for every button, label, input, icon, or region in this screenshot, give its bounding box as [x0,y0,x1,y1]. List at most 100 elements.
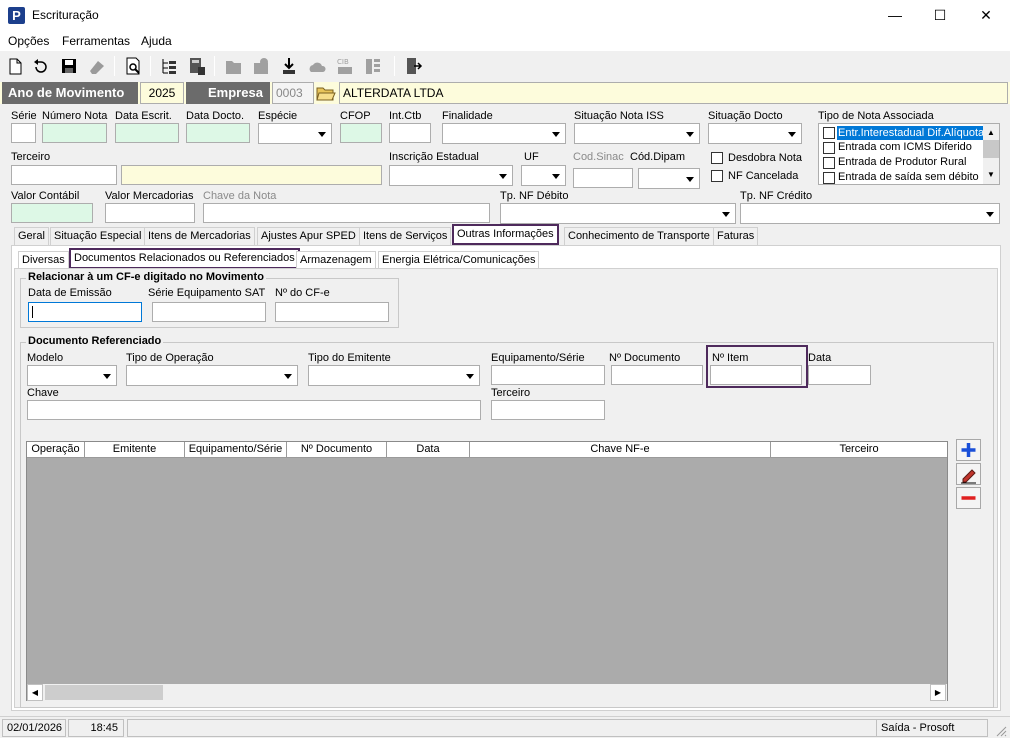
cod-dipam-select[interactable] [638,168,700,189]
tipo-nota-option[interactable]: Entrada com ICMS Diferido [838,141,972,153]
tipo-nota-checkbox[interactable] [823,157,835,169]
valor-mercadorias-field[interactable] [105,203,195,223]
tipo-nota-checkbox[interactable] [823,172,835,184]
chave-nota-field[interactable] [203,203,490,223]
tab-ajustes-apur-sped[interactable]: Ajustes Apur SPED [257,227,360,246]
tab-situacao-especial[interactable]: Situação Especial [50,227,146,246]
col-terceiro[interactable]: Terceiro [771,442,947,458]
col-equip-serie[interactable]: Equipamento/Série [185,442,287,458]
uf-select[interactable] [521,165,566,186]
nf-cancelada-checkbox[interactable] [711,170,723,182]
tipo-nota-option[interactable]: Entrada de Produtor Rural [838,156,966,168]
documents-grid[interactable]: Operação Emitente Equipamento/Série Nº D… [26,441,948,701]
int-ctb-field[interactable] [389,123,431,143]
chevron-down-icon[interactable] [314,125,330,142]
col-n-documento[interactable]: Nº Documento [287,442,387,458]
tipo-emitente-select[interactable] [308,365,480,386]
remove-button[interactable] [956,487,981,509]
n-cfe-field[interactable] [275,302,389,322]
subtab-documentos-relacionados[interactable]: Documentos Relacionados ou Referenciados [69,248,300,269]
chevron-down-icon[interactable]: ▼ [987,170,995,179]
tipo-nota-checkbox[interactable] [823,127,835,139]
preview-icon[interactable] [122,55,144,77]
chevron-down-icon[interactable] [280,367,296,384]
close-button[interactable]: ✕ [963,0,1009,31]
tipo-nota-checkbox[interactable] [823,142,835,154]
inscricao-estadual-select[interactable] [389,165,513,186]
grid-hscrollbar[interactable]: ◀ ▶ [27,684,947,701]
data-emissao-field[interactable] [28,302,142,322]
minimize-button[interactable]: — [872,0,918,31]
serie-field[interactable] [11,123,36,143]
terceiro-name-field[interactable] [121,165,382,185]
cfop-field[interactable] [340,123,382,143]
chevron-down-icon[interactable] [784,125,800,142]
download-icon[interactable] [278,55,300,77]
tab-itens-servicos[interactable]: Itens de Serviços [359,227,452,246]
especie-select[interactable] [258,123,332,144]
exit-icon[interactable] [402,55,424,77]
resize-grip-icon[interactable] [993,723,1007,737]
new-icon[interactable] [4,55,26,77]
chevron-up-icon[interactable]: ▲ [987,128,995,137]
terceiro-ref-field[interactable] [491,400,605,420]
calculator-icon[interactable] [186,55,208,77]
empresa-code-field[interactable]: 0003 [272,82,314,104]
scroll-left-icon[interactable]: ◀ [27,684,43,701]
terceiro-code-field[interactable] [11,165,117,185]
tab-conhecimento-transporte[interactable]: Conhecimento de Transporte [564,227,714,246]
menu-ajuda[interactable]: Ajuda [141,34,172,48]
tipo-nota-listbox[interactable]: Entr.Interestadual Dif.Alíquota Entrada … [818,123,1000,185]
tipo-nota-option[interactable]: Entr.Interestadual Dif.Alíquota [837,126,985,140]
listbox-scrollbar[interactable]: ▲ ▼ [983,124,999,184]
chave-field[interactable] [27,400,481,420]
scroll-right-icon[interactable]: ▶ [930,684,946,701]
equip-serie-field[interactable] [491,365,605,385]
undo-icon[interactable] [30,55,52,77]
chevron-down-icon[interactable] [982,205,998,222]
maximize-button[interactable]: ☐ [917,0,963,31]
data-docto-field[interactable] [186,123,250,143]
edit-button[interactable] [956,463,981,485]
scroll-thumb[interactable] [45,685,163,700]
menu-ferramentas[interactable]: Ferramentas [62,34,130,48]
tipo-nota-option[interactable]: Entrada de saída sem débito [838,171,979,183]
chevron-down-icon[interactable] [548,125,564,142]
chevron-down-icon[interactable] [682,170,698,187]
data-escrit-field[interactable] [115,123,179,143]
chevron-down-icon[interactable] [718,205,734,222]
n-item-field[interactable] [710,365,802,385]
col-operacao[interactable]: Operação [27,442,85,458]
tab-outras-informacoes[interactable]: Outras Informações [452,224,559,245]
tab-faturas[interactable]: Faturas [713,227,759,246]
tree-list-icon[interactable] [158,55,180,77]
desdobra-nota-checkbox[interactable] [711,152,723,164]
situacao-iss-select[interactable] [574,123,700,144]
tipo-operacao-select[interactable] [126,365,298,386]
chevron-down-icon[interactable] [462,367,478,384]
tp-nf-credito-select[interactable] [740,203,1000,224]
numero-nota-field[interactable] [42,123,107,143]
save-icon[interactable] [58,55,80,77]
chevron-down-icon[interactable] [99,367,115,384]
col-data[interactable]: Data [387,442,470,458]
add-button[interactable] [956,439,981,461]
cod-sinac-field[interactable] [573,168,633,188]
col-chave-nfe[interactable]: Chave NF-e [470,442,771,458]
n-documento-field[interactable] [611,365,703,385]
tab-geral[interactable]: Geral [14,227,49,246]
finalidade-select[interactable] [442,123,566,144]
tp-nf-debito-select[interactable] [500,203,736,224]
modelo-select[interactable] [27,365,117,386]
open-folder-icon[interactable] [315,83,337,103]
serie-sat-field[interactable] [152,302,266,322]
chevron-down-icon[interactable] [548,167,564,184]
situacao-docto-select[interactable] [708,123,802,144]
valor-contabil-field[interactable] [11,203,93,223]
tab-itens-mercadorias[interactable]: Itens de Mercadorias [144,227,255,246]
col-emitente[interactable]: Emitente [85,442,185,458]
ano-movimento-field[interactable]: 2025 [140,82,184,104]
chevron-down-icon[interactable] [682,125,698,142]
scroll-thumb[interactable] [983,140,999,158]
chevron-down-icon[interactable] [495,167,511,184]
